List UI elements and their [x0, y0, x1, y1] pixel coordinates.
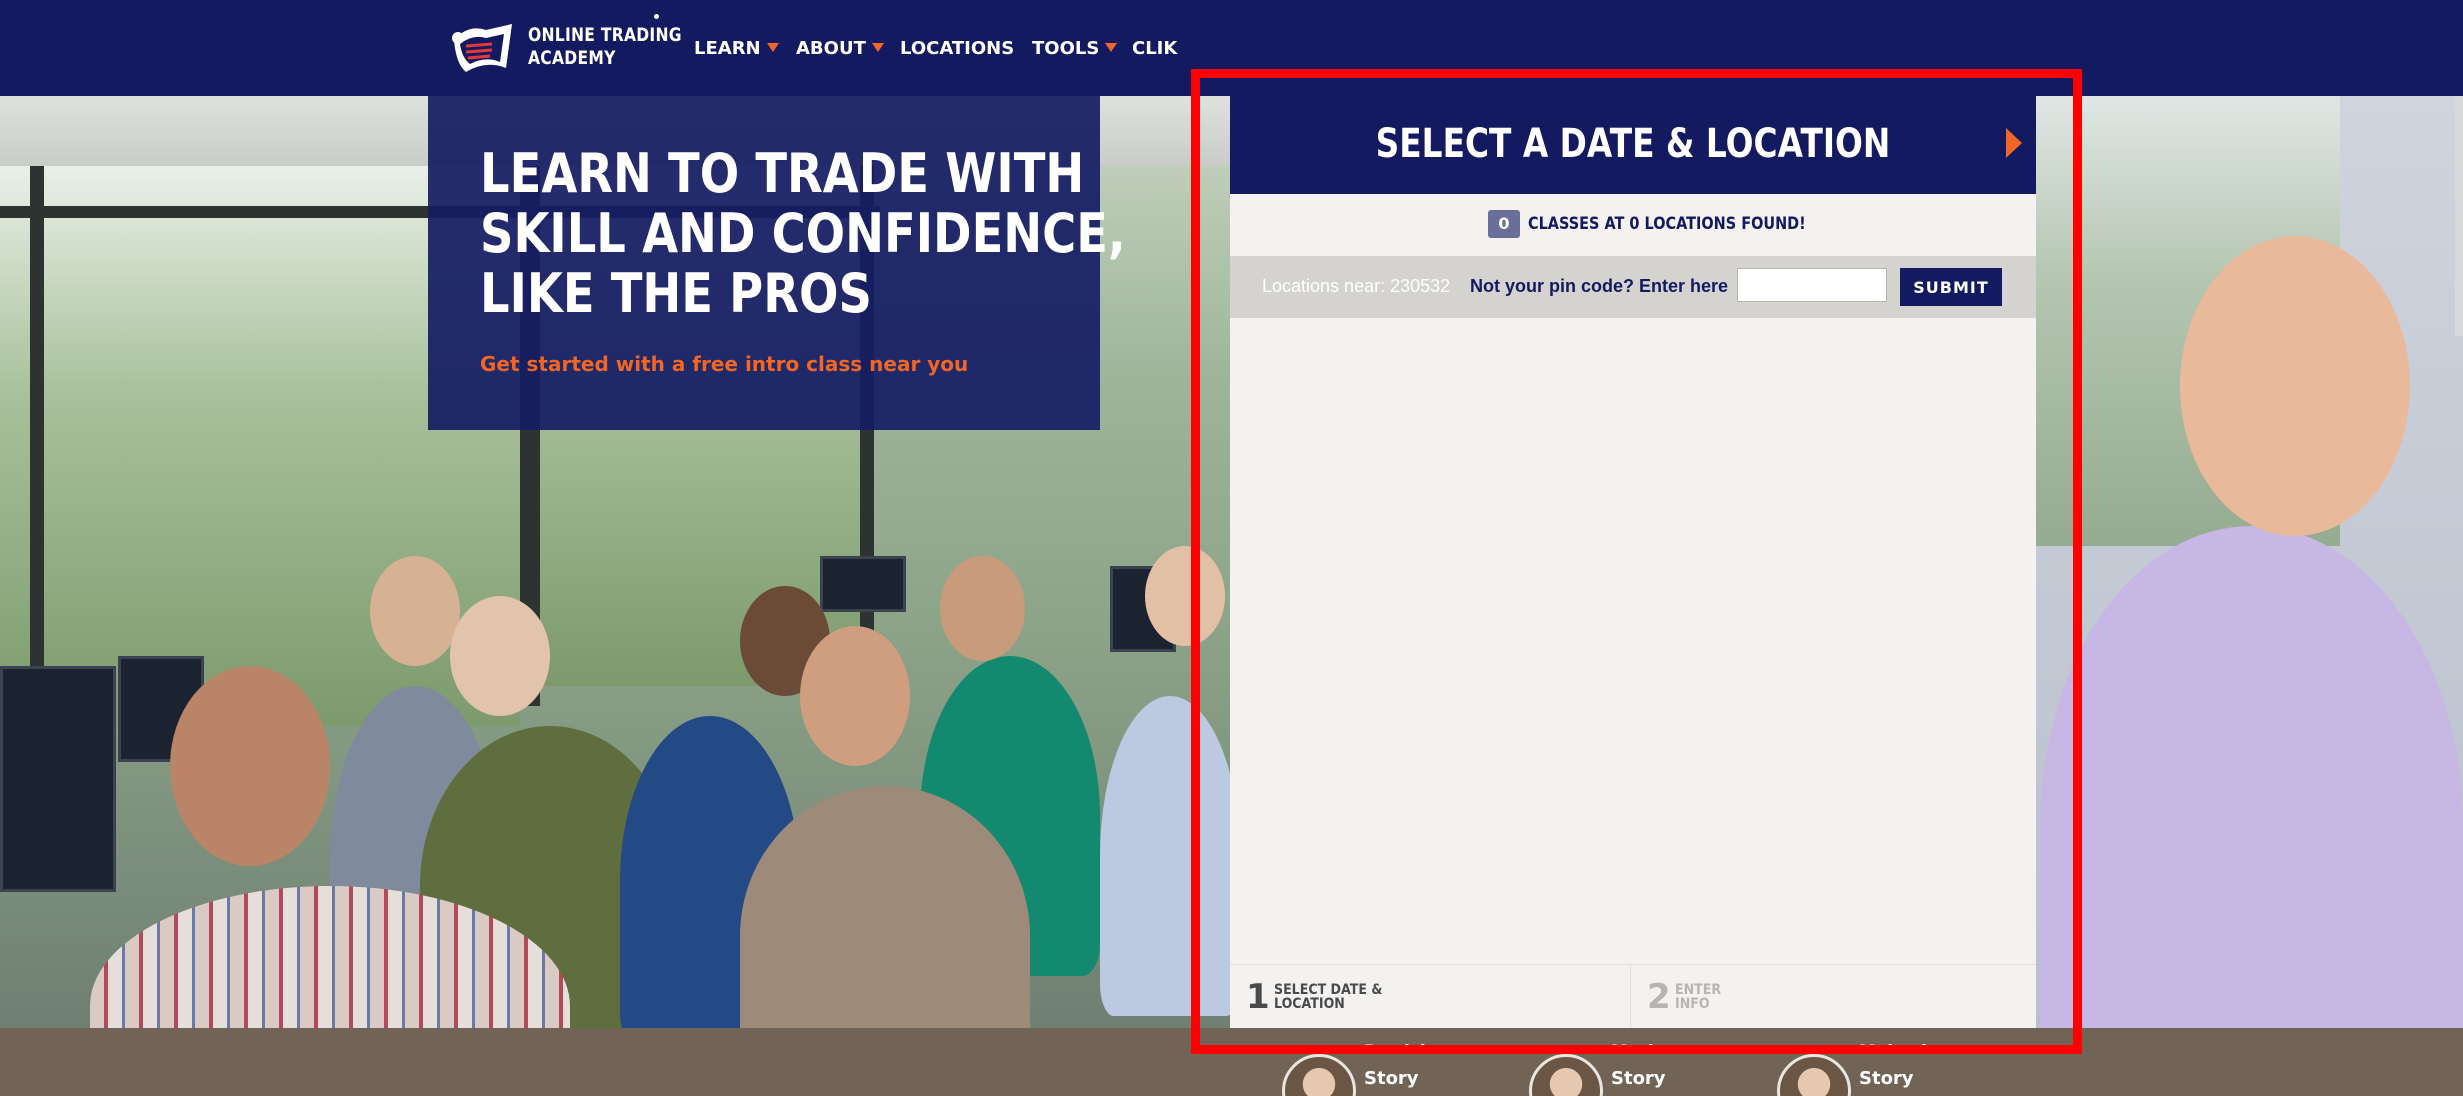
chevron-right-icon[interactable]	[2006, 128, 2022, 158]
pin-code-input[interactable]	[1737, 268, 1887, 302]
classes-found-text: CLASSES AT 0 LOCATIONS FOUND!	[1528, 214, 1806, 234]
classes-count-badge: 0	[1488, 210, 1520, 238]
nav-about-label: ABOUT	[796, 38, 866, 59]
booking-steps: 1 SELECT DATE & LOCATION 2 ENTER INFO	[1230, 964, 2036, 1029]
computer-monitor	[0, 666, 116, 892]
story-label: Story	[1859, 1068, 1914, 1089]
step-label-line: ENTER	[1675, 982, 1722, 998]
step-label-line: INFO	[1675, 996, 1710, 1012]
online-trading-academy-logo[interactable]: ONLINE TRADING ACADEMY	[446, 14, 682, 80]
locations-near-text: Locations near: 230532	[1262, 276, 1451, 296]
avatar	[1282, 1054, 1356, 1096]
logo-line-2: ACADEMY	[528, 47, 616, 69]
step-select-date-location[interactable]: 1 SELECT DATE & LOCATION	[1230, 965, 1630, 1029]
attendee-head	[370, 556, 460, 666]
step-number: 1	[1246, 977, 1270, 1017]
attendee-head	[1145, 546, 1225, 646]
window-frame	[30, 166, 44, 686]
story-name: Patricia	[1364, 1042, 1438, 1052]
widget-header: SELECT A DATE & LOCATION	[1230, 94, 2036, 194]
page-scrollbar[interactable]	[2455, 96, 2463, 336]
success-stories-strip: Patricia Story Mark Story Mahesh Story	[0, 1028, 2463, 1096]
step-label: SELECT DATE & LOCATION	[1274, 983, 1391, 1011]
attendee-head	[800, 626, 910, 766]
caret-down-icon	[871, 43, 884, 52]
nav-learn-label: LEARN	[694, 38, 761, 59]
nav-about[interactable]: ABOUT	[796, 34, 884, 64]
logo-mark-icon	[452, 24, 512, 72]
widget-title: SELECT A DATE & LOCATION	[1375, 121, 1891, 167]
step-number: 2	[1647, 977, 1671, 1017]
date-location-widget: SELECT A DATE & LOCATION 0 CLASSES AT 0 L…	[1230, 94, 2036, 1029]
nav-tools[interactable]: TOOLS	[1032, 34, 1118, 64]
classes-found-summary: 0 CLASSES AT 0 LOCATIONS FOUND!	[1488, 210, 1855, 240]
hero-title-line: SKILL AND CONFIDENCE,	[480, 202, 1126, 265]
nav-learn[interactable]: LEARN	[694, 34, 779, 64]
registered-dot	[654, 14, 659, 19]
hero-title: LEARN TO TRADE WITH SKILL AND CONFIDENCE…	[480, 142, 1126, 325]
story-label: Story	[1611, 1068, 1666, 1089]
story-name: Mahesh	[1859, 1042, 1934, 1052]
step-label-line: SELECT DATE &	[1274, 982, 1383, 998]
free-intro-class-link[interactable]: Get started with a free intro class near…	[480, 352, 968, 376]
hero-headline-panel: LEARN TO TRADE WITH SKILL AND CONFIDENCE…	[428, 96, 1126, 430]
nav-clik[interactable]: CLIK	[1132, 34, 1177, 64]
step-enter-info[interactable]: 2 ENTER INFO	[1631, 965, 2036, 1029]
step-label-line: LOCATION	[1274, 996, 1345, 1012]
attendee-head	[170, 666, 330, 866]
caret-down-icon	[766, 43, 779, 52]
nav-locations-label: LOCATIONS	[900, 38, 1015, 59]
top-navigation-bar: ONLINE TRADING ACADEMY LEARN ABOUT LOCAT…	[0, 0, 2463, 96]
avatar	[1777, 1054, 1851, 1096]
pin-code-row: Locations near: 230532 Not your pin code…	[1230, 256, 2036, 318]
classes-found-row: 0 CLASSES AT 0 LOCATIONS FOUND!	[1230, 194, 2036, 256]
attendee	[1100, 696, 1240, 1016]
step-label: ENTER INFO	[1675, 983, 1792, 1011]
page: ONLINE TRADING ACADEMY LEARN ABOUT LOCAT…	[0, 0, 2463, 1096]
story-name: Mark	[1611, 1042, 1660, 1052]
nav-locations[interactable]: LOCATIONS	[900, 34, 1014, 64]
caret-down-icon	[1105, 43, 1118, 52]
hero-title-line: LEARN TO TRADE WITH	[480, 142, 1085, 205]
instructor-head	[2180, 236, 2410, 536]
avatar	[1529, 1054, 1603, 1096]
attendee-head	[450, 596, 550, 716]
computer-monitor	[820, 556, 906, 612]
location-results-area	[1230, 318, 2036, 964]
nav-clik-label: CLIK	[1132, 38, 1178, 59]
logo-text: ONLINE TRADING ACADEMY	[528, 24, 682, 70]
hero-title-line: LIKE THE PROS	[480, 262, 872, 325]
attendee-head	[940, 556, 1025, 661]
nav-tools-label: TOOLS	[1032, 38, 1100, 59]
change-pin-code-label[interactable]: Not your pin code? Enter here	[1470, 276, 1728, 297]
submit-button[interactable]: SUBMIT	[1900, 268, 2002, 306]
story-label: Story	[1364, 1068, 1419, 1089]
logo-line-1: ONLINE TRADING	[528, 24, 682, 46]
